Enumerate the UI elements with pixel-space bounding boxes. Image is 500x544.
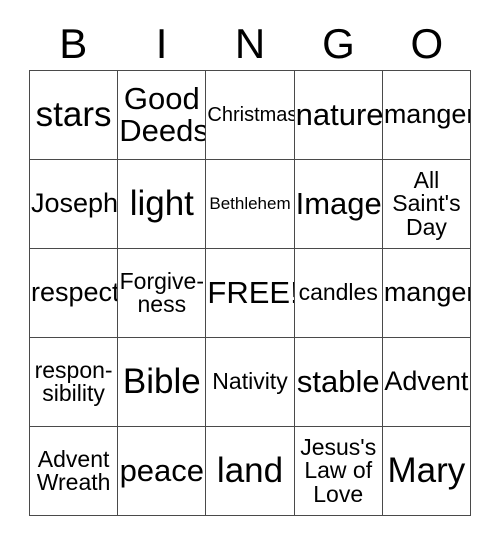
bingo-cell-label: FREE!	[207, 275, 295, 311]
bingo-cell-label: Nativity	[212, 368, 288, 395]
bingo-cell[interactable]: nature	[294, 71, 383, 160]
bingo-cell[interactable]: Advent	[382, 338, 472, 427]
bingo-cell[interactable]: land	[206, 427, 295, 516]
bingo-row: Joseph light Bethlehem Image All Saint's…	[30, 160, 472, 249]
bingo-cell-label: Image	[295, 186, 382, 222]
bingo-cell[interactable]: candles	[294, 249, 383, 338]
bingo-cell[interactable]: light	[118, 160, 207, 249]
bingo-cell-label: respect	[31, 277, 119, 308]
bingo-cell-label: Advent Wreath	[36, 445, 111, 495]
bingo-cell-label: stable	[296, 364, 380, 400]
bingo-cell-label: manger	[383, 277, 472, 308]
bingo-cell[interactable]: Forgive- ness	[118, 249, 207, 338]
bingo-cell[interactable]: stable	[294, 338, 383, 427]
bingo-cell[interactable]: Bethlehem	[206, 160, 295, 249]
bingo-cell[interactable]: manger	[382, 249, 472, 338]
bingo-cell[interactable]: Advent Wreath	[30, 427, 119, 516]
bingo-header-letters: B I N G O	[29, 18, 471, 70]
bingo-cell-label: candles	[298, 279, 378, 306]
bingo-cell[interactable]: Image	[294, 160, 383, 249]
bingo-cell[interactable]: Christmas	[206, 71, 295, 160]
bingo-cell-label: Forgive- ness	[119, 267, 204, 317]
bingo-row: Advent Wreath peace land Jesus's Law of …	[30, 427, 472, 516]
bingo-cell[interactable]: peace	[118, 427, 207, 516]
bingo-cell-free[interactable]: FREE!	[206, 249, 295, 338]
bingo-cell-label: Bible	[122, 362, 201, 402]
bingo-cell-label: peace	[119, 453, 205, 489]
bingo-cell[interactable]: manger	[382, 71, 472, 160]
bingo-cell[interactable]: All Saint's Day	[382, 160, 472, 249]
header-letter-b: B	[59, 20, 88, 67]
bingo-card: B I N G O stars Good Deeds Christmas nat…	[0, 0, 500, 544]
bingo-row: stars Good Deeds Christmas nature manger	[30, 71, 472, 160]
header-letter-i: I	[155, 20, 168, 67]
bingo-cell-label: Christmas	[207, 103, 295, 126]
bingo-cell[interactable]: respon- sibility	[30, 338, 119, 427]
header-letter-g: G	[322, 20, 355, 67]
bingo-cell-label: stars	[35, 95, 112, 135]
bingo-cell[interactable]: Good Deeds	[118, 71, 207, 160]
header-letter-o: O	[410, 20, 444, 67]
bingo-row: respect Forgive- ness FREE! candles mang…	[30, 249, 472, 338]
bingo-cell[interactable]: respect	[30, 249, 119, 338]
bingo-cell-label: nature	[295, 97, 383, 133]
bingo-cell[interactable]: Nativity	[206, 338, 295, 427]
bingo-cell-label: manger	[383, 99, 472, 130]
bingo-cell-label: All Saint's Day	[392, 166, 461, 240]
bingo-cell-label: Joseph	[31, 188, 119, 219]
bingo-cell-label: Mary	[387, 451, 466, 491]
bingo-cell-label: Bethlehem	[209, 194, 291, 214]
header-letter-n: N	[234, 20, 266, 67]
bingo-cell-label: respon- sibility	[34, 356, 113, 406]
bingo-cell-label: land	[216, 451, 284, 491]
bingo-grid: stars Good Deeds Christmas nature manger…	[29, 70, 472, 516]
bingo-row: respon- sibility Bible Nativity stable A…	[30, 338, 472, 427]
bingo-cell[interactable]: Mary	[382, 427, 472, 516]
bingo-cell[interactable]: Jesus's Law of Love	[294, 427, 383, 516]
bingo-cell-label: light	[129, 184, 194, 224]
bingo-cell-label: Advent	[384, 366, 469, 397]
bingo-cell[interactable]: stars	[30, 71, 119, 160]
bingo-cell[interactable]: Bible	[118, 338, 207, 427]
bingo-cell-label: Jesus's Law of Love	[300, 433, 377, 507]
bingo-cell-label: Good Deeds	[119, 81, 207, 148]
bingo-cell[interactable]: Joseph	[30, 160, 119, 249]
